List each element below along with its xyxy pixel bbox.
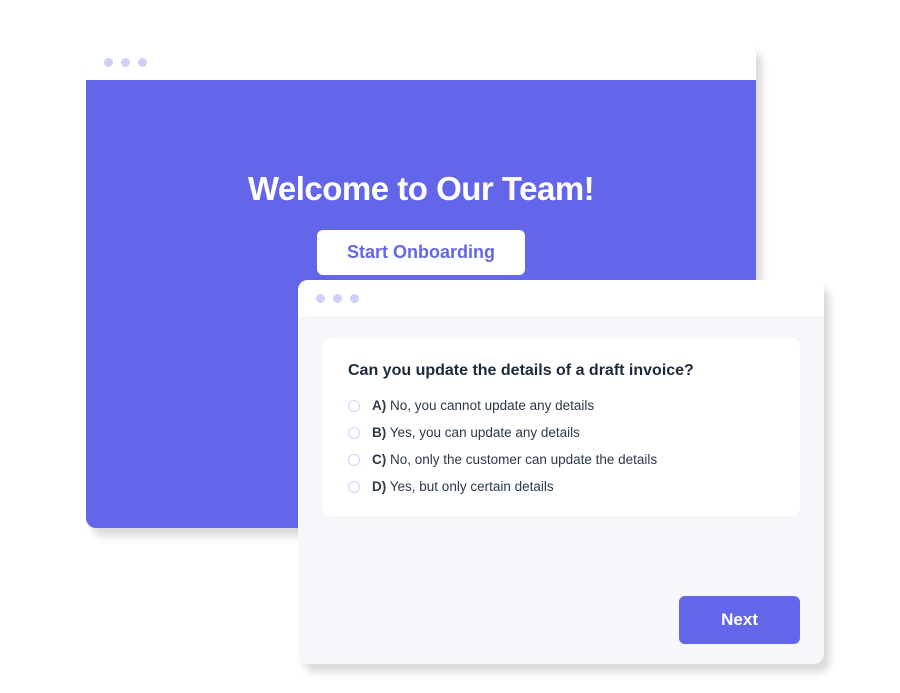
radio-icon bbox=[348, 454, 360, 466]
quiz-body: Can you update the details of a draft in… bbox=[298, 316, 824, 664]
option-label: D) Yes, but only certain details bbox=[372, 479, 554, 494]
window-control-dot[interactable] bbox=[121, 58, 130, 67]
start-onboarding-button[interactable]: Start Onboarding bbox=[317, 230, 525, 275]
option-label: B) Yes, you can update any details bbox=[372, 425, 580, 440]
question-text: Can you update the details of a draft in… bbox=[348, 362, 774, 380]
welcome-titlebar bbox=[86, 44, 756, 80]
option-d[interactable]: D) Yes, but only certain details bbox=[348, 479, 774, 494]
quiz-window: Can you update the details of a draft in… bbox=[298, 280, 824, 664]
option-label: C) No, only the customer can update the … bbox=[372, 452, 657, 467]
quiz-footer: Next bbox=[322, 578, 800, 644]
option-a[interactable]: A) No, you cannot update any details bbox=[348, 398, 774, 413]
window-control-dot[interactable] bbox=[104, 58, 113, 67]
question-card: Can you update the details of a draft in… bbox=[322, 338, 800, 516]
quiz-titlebar bbox=[298, 280, 824, 316]
window-control-dot[interactable] bbox=[333, 294, 342, 303]
welcome-title: Welcome to Our Team! bbox=[248, 170, 594, 208]
window-control-dot[interactable] bbox=[316, 294, 325, 303]
radio-icon bbox=[348, 427, 360, 439]
radio-icon bbox=[348, 400, 360, 412]
option-b[interactable]: B) Yes, you can update any details bbox=[348, 425, 774, 440]
option-label: A) No, you cannot update any details bbox=[372, 398, 594, 413]
window-control-dot[interactable] bbox=[350, 294, 359, 303]
next-button[interactable]: Next bbox=[679, 596, 800, 644]
option-c[interactable]: C) No, only the customer can update the … bbox=[348, 452, 774, 467]
window-control-dot[interactable] bbox=[138, 58, 147, 67]
radio-icon bbox=[348, 481, 360, 493]
